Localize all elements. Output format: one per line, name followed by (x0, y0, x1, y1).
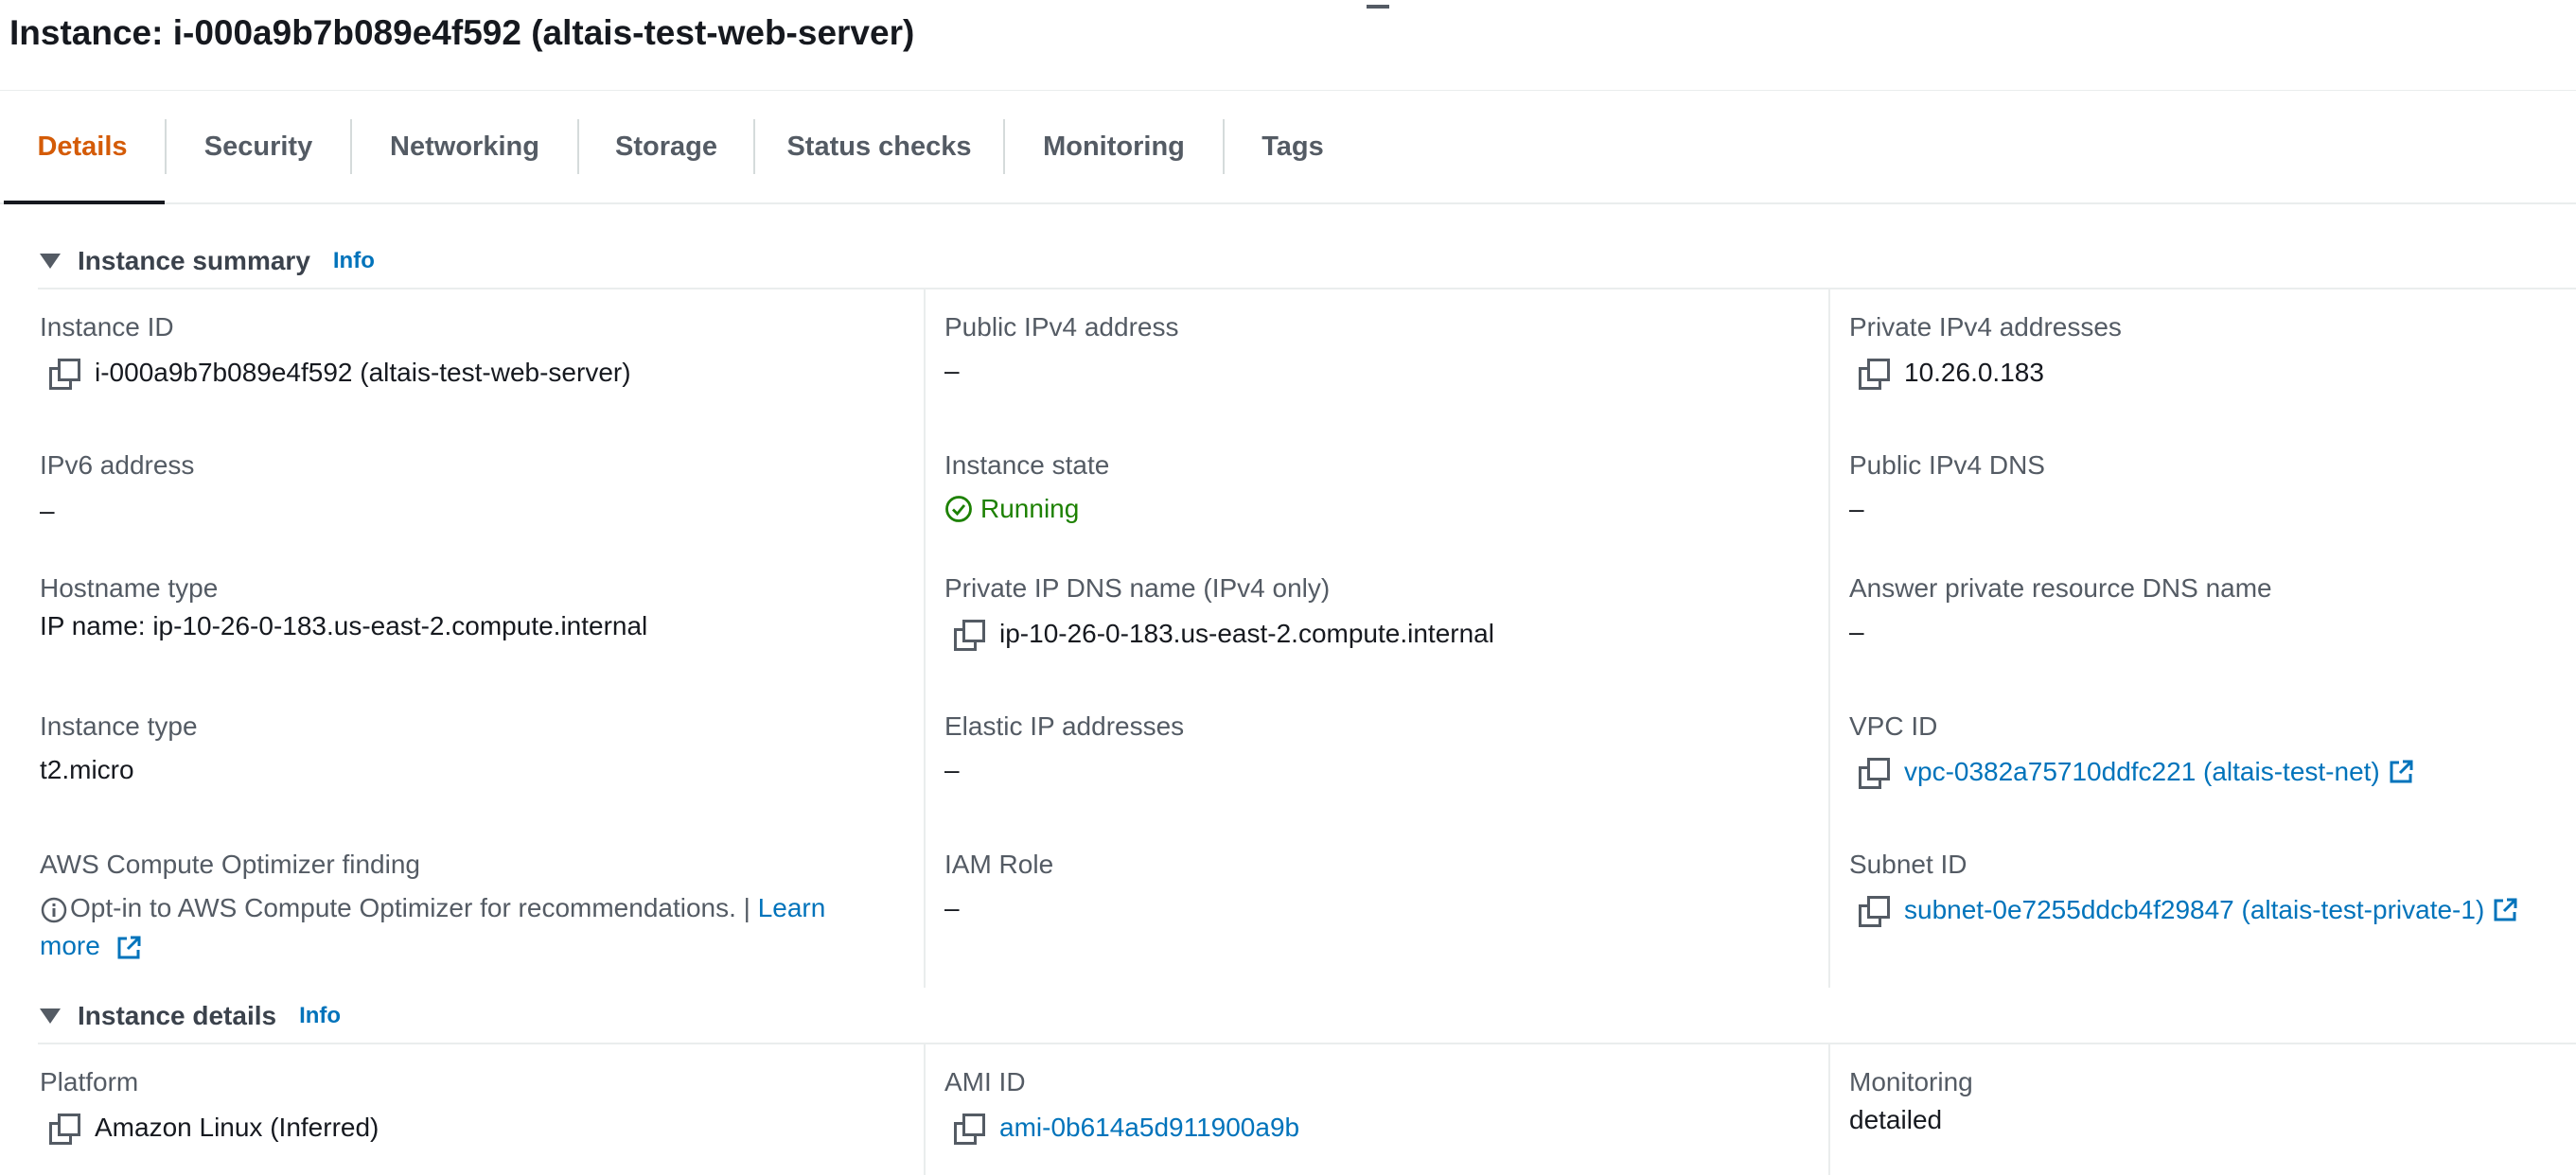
instance-summary-header[interactable]: Instance summary Info (40, 246, 375, 276)
field-public-ipv4: Public IPv4 address – (944, 310, 1178, 388)
tab-bar: Details Security Networking Storage Stat… (0, 90, 2576, 204)
instance-id-value: i-000a9b7b089e4f592 (altais-test-web-ser… (95, 358, 631, 387)
column-divider (1828, 289, 1830, 988)
field-value: IP name: ip-10-26-0-183.us-east-2.comput… (40, 611, 648, 640)
check-circle-icon (945, 496, 972, 522)
field-value: t2.micro (40, 755, 134, 784)
field-value: – (1849, 494, 1864, 523)
field-value: vpc-0382a75710ddfc221 (altais-test-net) (1849, 755, 2414, 789)
external-link-icon[interactable] (115, 935, 142, 961)
tab-storage[interactable]: Storage (579, 91, 753, 202)
vpc-id-link[interactable]: vpc-0382a75710ddfc221 (altais-test-net) (1904, 755, 2380, 789)
info-circle-icon (41, 897, 67, 922)
tab-status-checks[interactable]: Status checks (755, 91, 1003, 202)
field-value: – (1849, 617, 1864, 646)
column-divider (1828, 1044, 1830, 1175)
field-label: Hostname type (40, 573, 219, 603)
minimize-handle[interactable] (1367, 5, 1389, 9)
field-answer-dns: Answer private resource DNS name – (1849, 571, 2272, 649)
private-dns-value: ip-10-26-0-183.us-east-2.compute.interna… (999, 619, 1494, 648)
field-platform: Platform Amazon Linux (Inferred) (40, 1065, 379, 1145)
field-vpc-id: VPC ID vpc-0382a75710ddfc221 (altais-tes… (1849, 710, 2414, 789)
tab-networking[interactable]: Networking (352, 91, 577, 202)
copy-icon[interactable] (49, 1114, 80, 1145)
field-value: ami-0b614a5d911900a9b (944, 1111, 1299, 1145)
tab-tags[interactable]: Tags (1225, 91, 1361, 202)
subnet-id-link[interactable]: subnet-0e7255ddcb4f29847 (altais-test-pr… (1904, 893, 2484, 927)
field-elastic-ip: Elastic IP addresses – (944, 710, 1184, 787)
field-instance-type: Instance type t2.micro (40, 710, 198, 787)
copy-icon[interactable] (1859, 896, 1890, 927)
field-label: IPv6 address (40, 450, 195, 480)
field-label: Private IP DNS name (IPv4 only) (944, 573, 1331, 603)
field-instance-state: Instance state Running (944, 448, 1109, 526)
field-value: Amazon Linux (Inferred) (40, 1111, 379, 1145)
copy-icon[interactable] (49, 359, 80, 390)
private-ipv4-value: 10.26.0.183 (1904, 358, 2044, 387)
field-label: AMI ID (944, 1067, 1026, 1096)
field-monitoring: Monitoring detailed (1849, 1065, 1973, 1137)
field-compute-optimizer: AWS Compute Optimizer finding Opt-in to … (40, 848, 891, 965)
field-label: Monitoring (1849, 1067, 1973, 1096)
column-divider (924, 289, 926, 988)
field-iam-role: IAM Role – (944, 848, 1053, 925)
field-hostname-type: Hostname type IP name: ip-10-26-0-183.us… (40, 571, 647, 643)
external-link-icon[interactable] (2388, 759, 2414, 785)
field-ipv6: IPv6 address – (40, 448, 194, 528)
field-public-dns: Public IPv4 DNS – (1849, 448, 2045, 526)
field-value: ip-10-26-0-183.us-east-2.compute.interna… (944, 617, 1494, 651)
field-value: Running (944, 492, 1109, 526)
field-value: – (944, 356, 960, 385)
optimizer-message: Opt-in to AWS Compute Optimizer for reco… (40, 889, 891, 965)
copy-icon[interactable] (1859, 359, 1890, 390)
tab-security[interactable]: Security (167, 91, 350, 202)
field-ami-id: AMI ID ami-0b614a5d911900a9b (944, 1065, 1299, 1145)
ami-id-link[interactable]: ami-0b614a5d911900a9b (999, 1111, 1299, 1145)
field-value: 10.26.0.183 (1849, 356, 2122, 390)
info-link[interactable]: Info (299, 1003, 341, 1029)
page-title: Instance: i-000a9b7b089e4f592 (altais-te… (9, 13, 915, 52)
field-label: Elastic IP addresses (944, 711, 1185, 741)
field-label: AWS Compute Optimizer finding (40, 850, 420, 879)
caret-down-icon (40, 1008, 61, 1024)
field-label: Public IPv4 DNS (1849, 450, 2045, 480)
field-value: – (944, 893, 960, 922)
status-running: Running (980, 494, 1080, 523)
platform-value: Amazon Linux (Inferred) (95, 1113, 379, 1142)
instance-details-header[interactable]: Instance details Info (40, 1001, 341, 1031)
field-label: Instance type (40, 711, 198, 741)
field-label: Platform (40, 1067, 139, 1096)
field-value: i-000a9b7b089e4f592 (altais-test-web-ser… (40, 356, 631, 390)
optimizer-text: Opt-in to AWS Compute Optimizer for reco… (70, 893, 758, 922)
section-title: Instance summary (78, 246, 310, 275)
field-label: Answer private resource DNS name (1849, 573, 2272, 603)
column-divider (924, 1044, 926, 1175)
field-label: Subnet ID (1849, 850, 1967, 879)
divider (38, 1043, 2576, 1044)
field-instance-id: Instance ID i-000a9b7b089e4f592 (altais-… (40, 310, 631, 390)
field-value: detailed (1849, 1105, 1943, 1134)
field-label: Public IPv4 address (944, 312, 1179, 342)
caret-down-icon (40, 254, 61, 269)
field-subnet-id: Subnet ID subnet-0e7255ddcb4f29847 (alta… (1849, 848, 2518, 927)
field-private-dns: Private IP DNS name (IPv4 only) ip-10-26… (944, 571, 1494, 651)
field-label: IAM Role (944, 850, 1054, 879)
field-value: – (40, 496, 55, 525)
divider (38, 288, 2576, 289)
field-private-ipv4: Private IPv4 addresses 10.26.0.183 (1849, 310, 2122, 390)
field-label: Private IPv4 addresses (1849, 312, 2122, 342)
section-title: Instance details (78, 1001, 277, 1030)
field-value: subnet-0e7255ddcb4f29847 (altais-test-pr… (1849, 893, 2518, 927)
field-label: VPC ID (1849, 711, 1938, 741)
field-label: Instance ID (40, 312, 174, 342)
info-link[interactable]: Info (333, 248, 375, 274)
field-label: Instance state (944, 450, 1110, 480)
copy-icon[interactable] (954, 620, 985, 651)
copy-icon[interactable] (1859, 758, 1890, 789)
field-value: – (944, 755, 960, 784)
tab-details[interactable]: Details (0, 91, 165, 204)
copy-icon[interactable] (954, 1114, 985, 1145)
external-link-icon[interactable] (2492, 897, 2518, 923)
tab-monitoring[interactable]: Monitoring (1005, 91, 1223, 202)
